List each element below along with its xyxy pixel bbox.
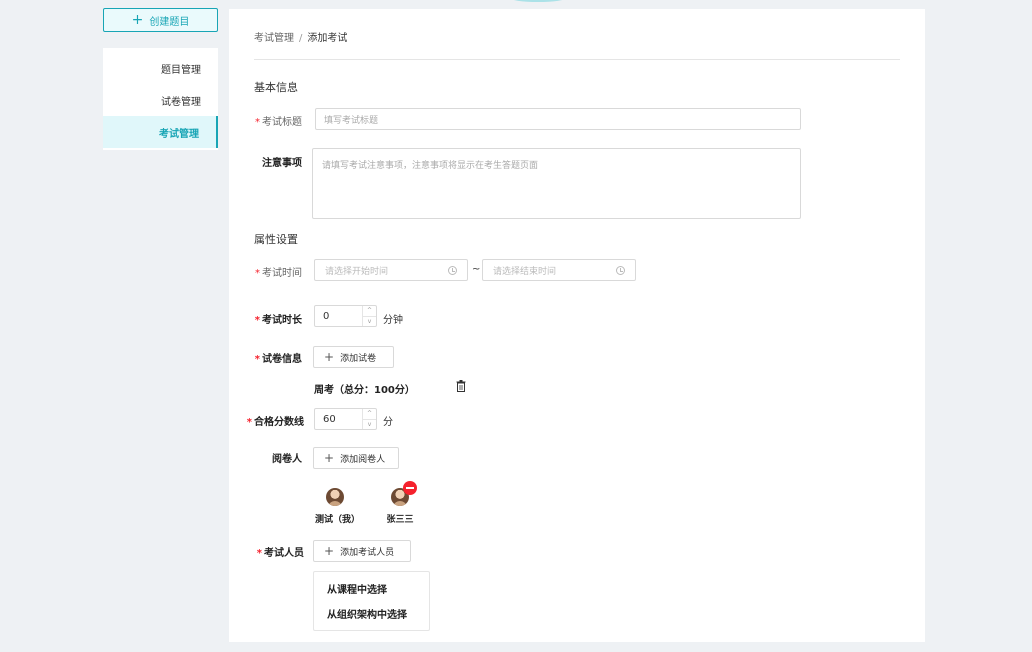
- duration-value[interactable]: 0: [315, 311, 362, 322]
- sidebar-item-label: 题目管理: [161, 64, 201, 76]
- required-mark: *: [255, 268, 260, 279]
- exam-title-placeholder: 填写考试标题: [324, 115, 379, 126]
- duration-unit: 分钟: [383, 315, 403, 326]
- paper-label: * 试卷信息: [254, 354, 302, 365]
- examinee-source-dropdown: 从课程中选择 从组织架构中选择: [313, 571, 430, 631]
- sidebar-item-exams[interactable]: 考试管理: [103, 116, 218, 148]
- option-from-course[interactable]: 从课程中选择: [314, 581, 429, 606]
- option-from-org[interactable]: 从组织架构中选择: [314, 606, 429, 631]
- notes-placeholder: 请填写考试注意事项，注意事项将显示在考生答题页面: [322, 161, 539, 171]
- pass-score-label: * 合格分数线: [246, 417, 304, 428]
- plus-icon: +: [324, 451, 335, 465]
- clock-icon: [448, 265, 457, 275]
- end-time-picker[interactable]: 请选择结束时间: [482, 259, 636, 281]
- main-panel: 考试管理 / 添加考试 基本信息 * 考试标题 填写考试标题 注意事项 请填写考试注意…: [229, 9, 925, 642]
- sidebar-item-label: 试卷管理: [161, 96, 201, 108]
- plus-icon: +: [131, 12, 144, 28]
- attributes-title: 属性设置: [254, 233, 298, 246]
- end-time-placeholder: 请选择结束时间: [493, 266, 557, 277]
- remove-grader-icon[interactable]: [403, 481, 417, 495]
- exam-title-input[interactable]: 填写考试标题: [315, 108, 801, 130]
- required-mark: *: [256, 548, 262, 559]
- plus-icon: +: [324, 350, 335, 364]
- paper-name: 周考（总分：100分）: [314, 385, 415, 396]
- grader-name: 测试（我）: [315, 515, 361, 525]
- add-grader-label: 添加阅卷人: [340, 454, 386, 465]
- stepper-up-icon[interactable]: ^: [363, 306, 376, 317]
- sidebar-item-papers[interactable]: 试卷管理: [103, 84, 218, 116]
- notes-textarea[interactable]: 请填写考试注意事项，注意事项将显示在考生答题页面: [312, 148, 801, 219]
- clock-icon: [616, 265, 625, 275]
- add-grader-button[interactable]: + 添加阅卷人: [313, 447, 399, 469]
- header-divider: [254, 59, 900, 60]
- pass-score-stepper[interactable]: 60 ^ v: [314, 408, 377, 430]
- exam-title-label: * 考试标题: [255, 117, 302, 128]
- stepper-up-icon[interactable]: ^: [363, 409, 376, 420]
- sidebar-item-label: 考试管理: [159, 128, 199, 140]
- required-mark: *: [255, 117, 260, 128]
- duration-label: * 考试时长: [254, 315, 302, 326]
- avatar: [326, 488, 344, 506]
- graders-label: 阅卷人: [272, 454, 302, 465]
- start-time-placeholder: 请选择开始时间: [325, 266, 389, 277]
- stepper-down-icon[interactable]: v: [363, 317, 376, 327]
- start-time-picker[interactable]: 请选择开始时间: [314, 259, 468, 281]
- basic-info-title: 基本信息: [254, 81, 298, 94]
- exam-time-label: * 考试时间: [255, 268, 302, 279]
- create-question-label: 创建题目: [149, 16, 190, 28]
- add-examinee-label: 添加考试人员: [340, 547, 395, 558]
- pass-score-value[interactable]: 60: [315, 414, 362, 425]
- required-mark: *: [246, 417, 252, 428]
- required-mark: *: [254, 315, 260, 326]
- notes-label: 注意事项: [262, 158, 302, 169]
- grader-person: 张三三: [380, 481, 420, 525]
- range-separator: ~: [472, 264, 481, 275]
- required-mark: *: [254, 354, 260, 365]
- plus-icon: +: [324, 544, 335, 558]
- breadcrumb-separator: /: [299, 33, 303, 44]
- examinees-label: * 考试人员: [256, 548, 304, 559]
- pass-score-unit: 分: [383, 417, 393, 428]
- sidebar: 题目管理 试卷管理 考试管理: [103, 48, 218, 150]
- breadcrumb-parent[interactable]: 考试管理: [254, 33, 294, 44]
- add-examinee-button[interactable]: + 添加考试人员: [313, 540, 411, 562]
- duration-stepper[interactable]: 0 ^ v: [314, 305, 377, 327]
- add-paper-button[interactable]: + 添加试卷: [313, 346, 394, 368]
- breadcrumb-current: 添加考试: [307, 33, 348, 44]
- create-question-button[interactable]: + 创建题目: [103, 8, 218, 32]
- sidebar-item-questions[interactable]: 题目管理: [103, 52, 218, 84]
- top-loading-glow: [510, 0, 566, 2]
- grader-name: 张三三: [386, 515, 414, 525]
- trash-icon[interactable]: [456, 380, 466, 392]
- breadcrumb: 考试管理 / 添加考试: [254, 29, 347, 44]
- stepper-down-icon[interactable]: v: [363, 420, 376, 430]
- grader-person: 测试（我）: [315, 488, 361, 525]
- add-paper-label: 添加试卷: [340, 353, 377, 364]
